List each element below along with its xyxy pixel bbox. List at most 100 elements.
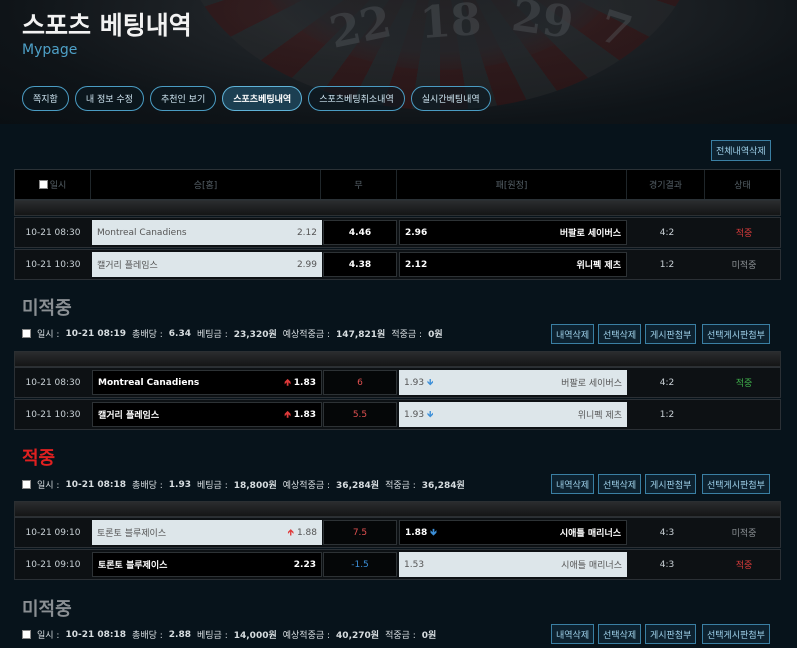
- expected-win: 40,270원: [336, 631, 380, 641]
- away-odds: 1.93: [404, 377, 425, 388]
- home-team: 캘거리 플레임스: [98, 411, 160, 421]
- away-pick-cell[interactable]: 2.12 위니펙 제츠: [399, 252, 627, 277]
- bet-amount: 18,800원: [233, 481, 277, 491]
- arrow-down-icon: 🡻: [427, 409, 434, 420]
- delete-history-button[interactable]: 내역삭제: [551, 474, 595, 494]
- page-title: 스포츠 베팅내역: [22, 11, 192, 40]
- draw-cell[interactable]: 4.46: [323, 220, 397, 245]
- bet-outcome-title: 적중: [22, 448, 56, 469]
- draw-cell[interactable]: 7.5: [323, 520, 397, 545]
- draw-cell[interactable]: 4.38: [323, 252, 397, 277]
- delete-selected-button[interactable]: 선택삭제: [598, 324, 642, 344]
- tab-sports-bet-history[interactable]: 스포츠베팅내역: [222, 86, 303, 111]
- delete-all-button[interactable]: 전체내역삭제: [711, 140, 771, 161]
- home-pick-cell[interactable]: 토론토 블루제이스 🡹 1.88: [92, 520, 322, 545]
- attach-selected-board-button[interactable]: 선택게시판첨부: [702, 474, 770, 494]
- away-pick-cell[interactable]: 2.96 버팔로 세이버스: [399, 220, 627, 245]
- attach-board-button[interactable]: 게시판첨부: [645, 324, 697, 344]
- draw-cell[interactable]: 6: [323, 370, 397, 395]
- group-divider: [14, 501, 781, 517]
- header-date-label: 일시: [49, 181, 67, 191]
- away-team: 위니펙 제츠: [576, 261, 621, 271]
- home-pick-cell[interactable]: Montreal Canadiens 2.12: [92, 220, 322, 245]
- home-odds: 2.12: [296, 227, 317, 238]
- attach-board-button[interactable]: 게시판첨부: [645, 474, 697, 494]
- home-odds: 2.99: [296, 259, 317, 270]
- away-pick-cell[interactable]: 1.88 🡻 시애틀 매리너스: [399, 520, 627, 545]
- bet-outcome-title: 미적중: [22, 599, 72, 620]
- away-team: 버팔로 세이버스: [561, 379, 622, 389]
- delete-selected-button[interactable]: 선택삭제: [598, 474, 642, 494]
- arrow-up-icon: 🡹: [284, 377, 291, 388]
- tab-referrals[interactable]: 추천인 보기: [149, 86, 217, 111]
- header-home: 승[홈]: [91, 170, 321, 199]
- away-team: 위니펙 제츠: [577, 411, 622, 421]
- home-pick-cell[interactable]: 캘거리 플레임스 2.99: [92, 252, 322, 277]
- delete-selected-button[interactable]: 선택삭제: [598, 624, 642, 644]
- away-odds: 2.12: [405, 259, 428, 270]
- home-odds: 1.88: [296, 527, 317, 538]
- won-label: 적중금 :: [391, 330, 423, 340]
- odds-label: 총배당 :: [132, 481, 163, 491]
- date-label: 일시 :: [37, 631, 60, 641]
- home-pick-cell[interactable]: Montreal Canadiens 🡹 1.83: [92, 370, 322, 395]
- tab-edit-profile[interactable]: 내 정보 수정: [74, 86, 144, 111]
- away-team: 시애틀 매리너스: [561, 561, 622, 571]
- expected-win: 147,821원: [336, 330, 386, 340]
- arrow-up-icon: 🡹: [287, 527, 294, 538]
- tab-live-bet-history[interactable]: 실시간베팅내역: [410, 86, 491, 111]
- expected-label: 예상적중금 :: [282, 330, 331, 340]
- group-divider: [14, 351, 781, 367]
- row-result: 4:2: [659, 227, 675, 238]
- away-pick-cell[interactable]: 1.53 시애틀 매리너스: [399, 552, 627, 577]
- row-date: 10-21 09:10: [25, 559, 81, 570]
- won-amount: 0원: [421, 631, 437, 641]
- table-row: 10-21 10:30 캘거리 플레임스 🡹 1.83 5.5 1.93 🡻 위니펙 제…: [14, 399, 781, 430]
- header-draw: 무: [321, 170, 397, 199]
- away-odds: 1.93: [404, 409, 425, 420]
- row-status: 적중: [735, 561, 753, 571]
- home-pick-cell[interactable]: 캘거리 플레임스 🡹 1.83: [92, 402, 322, 427]
- home-pick-cell[interactable]: 토론토 블루제이스 2.23: [92, 552, 322, 577]
- bet-select-checkbox[interactable]: [22, 630, 31, 639]
- away-pick-cell[interactable]: 1.93 🡻 위니펙 제츠: [399, 402, 627, 427]
- away-pick-cell[interactable]: 1.93 🡻 버팔로 세이버스: [399, 370, 627, 395]
- row-date: 10-21 09:10: [25, 527, 81, 538]
- row-result: 4:2: [659, 377, 675, 388]
- bet-select-checkbox[interactable]: [22, 329, 31, 338]
- bet-date: 10-21 08:18: [65, 629, 127, 640]
- home-odds: 1.83: [293, 409, 316, 420]
- odds-label: 총배당 :: [132, 631, 163, 641]
- total-odds: 6.34: [168, 328, 191, 339]
- delete-history-button[interactable]: 내역삭제: [551, 324, 595, 344]
- row-status: [707, 402, 781, 427]
- expected-label: 예상적중금 :: [282, 481, 331, 491]
- expected-win: 36,284원: [336, 481, 380, 491]
- handicap-cell[interactable]: -1.5: [323, 552, 397, 577]
- home-odds: 2.23: [293, 559, 316, 570]
- select-all-checkbox[interactable]: [38, 180, 48, 189]
- attach-selected-board-button[interactable]: 선택게시판첨부: [702, 324, 770, 344]
- row-result: 4:3: [659, 527, 675, 538]
- won-label: 적중금 :: [385, 631, 416, 641]
- delete-history-button[interactable]: 내역삭제: [551, 624, 595, 644]
- tab-messages[interactable]: 쪽지함: [22, 86, 69, 111]
- home-odds: 1.83: [293, 377, 316, 388]
- home-team: Montreal Canadiens: [97, 227, 187, 238]
- date-label: 일시 :: [37, 330, 60, 340]
- bet-summary: 일시 : 10-21 08:18 총배당 : 1.93 베팅금 : 18,800원 예…: [22, 478, 465, 491]
- attach-selected-board-button[interactable]: 선택게시판첨부: [702, 624, 770, 644]
- draw-cell[interactable]: 5.5: [323, 402, 397, 427]
- home-team: Montreal Canadiens: [98, 377, 200, 388]
- home-team: 캘거리 플레임스: [97, 261, 158, 271]
- tab-sports-bet-cancel-history[interactable]: 스포츠베팅취소내역: [308, 86, 405, 111]
- bet-select-checkbox[interactable]: [22, 480, 31, 489]
- header-status: 상태: [734, 181, 751, 191]
- page-header: 22 18 29 7 스포츠 베팅내역 Mypage 쪽지함 내 정보 수정 추…: [0, 0, 797, 124]
- page-subtitle: Mypage: [22, 42, 78, 58]
- attach-board-button[interactable]: 게시판첨부: [645, 624, 697, 644]
- bet-date: 10-21 08:19: [65, 328, 127, 339]
- won-amount: 36,284원: [421, 481, 465, 491]
- row-status: 미적중: [731, 529, 757, 539]
- bet-label: 베팅금 :: [197, 330, 228, 340]
